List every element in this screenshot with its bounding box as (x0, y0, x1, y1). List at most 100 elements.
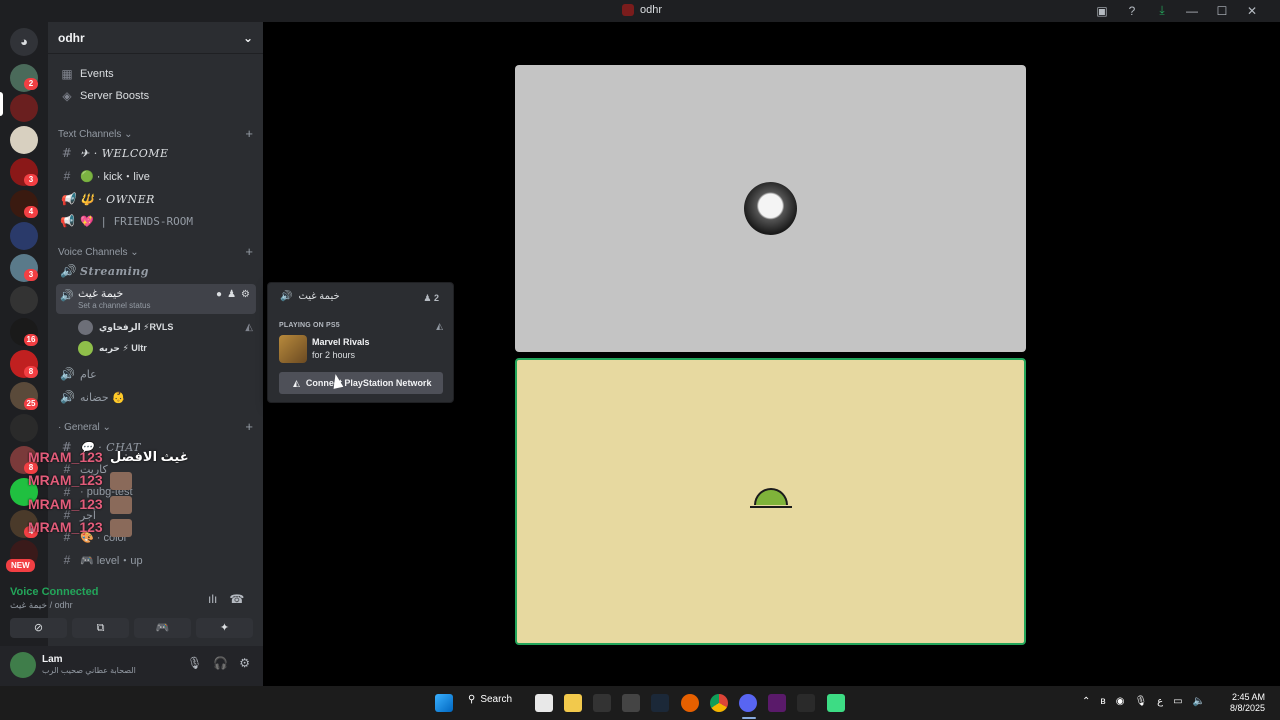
participant-count: ♟ 2 (423, 293, 439, 303)
clock-date: 8/8/2025 (1230, 703, 1266, 713)
game-name: Marvel Rivals (312, 337, 370, 347)
chat-icon[interactable]: ● (216, 289, 222, 300)
add-channel-icon[interactable]: + (245, 127, 253, 140)
voice-channel-active[interactable]: 🔊 خيمة غيث Set a channel status ● ♟ ⚙ (56, 284, 256, 314)
channel-label: 🟢 · kick・live (80, 171, 150, 183)
mention-badge: 3 (24, 269, 38, 281)
server-icon[interactable] (10, 126, 38, 154)
channel-friends-room[interactable]: 📢 💖 | FRIENDS-ROOM (56, 211, 256, 231)
close-icon[interactable]: ✕ (1244, 4, 1260, 18)
epic-games-icon[interactable] (797, 694, 815, 712)
bluetooth-icon[interactable]: ʙ (1100, 696, 1105, 707)
noise-suppression-icon[interactable]: ılı (208, 592, 217, 606)
server-icon (622, 4, 634, 16)
user-status: الصحابة عطاني صحيب الرب (42, 666, 136, 675)
chevron-up-icon[interactable]: ⌃ (1082, 696, 1090, 707)
active-app-indicator (742, 717, 756, 719)
soundboard-button[interactable]: ✦ (196, 618, 253, 638)
hash-icon: # (63, 553, 71, 567)
title-bar-controls: ▣ ? ⤓ — ☐ ✕ (1094, 3, 1260, 18)
gear-icon[interactable]: ⚙ (241, 289, 250, 300)
windows-start-icon[interactable] (435, 694, 453, 712)
network-icon[interactable]: ▭ (1173, 696, 1182, 707)
server-header[interactable]: odhr ⌄ (48, 22, 263, 54)
voice-user-name: الرفحاوي ⚡RVLS (99, 321, 174, 332)
general-category[interactable]: · General ⌄ + (58, 420, 253, 433)
microphone-icon[interactable]: 🎙 (187, 656, 202, 670)
headphones-icon[interactable]: 🎧 (213, 656, 228, 670)
overlay-avatar (110, 519, 132, 537)
maximize-icon[interactable]: ☐ (1214, 4, 1230, 18)
connect-psn-label: Connect PlayStation Network (305, 378, 432, 388)
server-icon[interactable] (10, 286, 38, 314)
discord-home-icon[interactable]: ◕ (10, 28, 38, 56)
channel-owner[interactable]: 📢 🔱 · OWNER (56, 189, 256, 209)
mention-badge: 4 (24, 206, 38, 218)
avatar (78, 340, 93, 356)
minimize-icon[interactable]: — (1184, 4, 1200, 18)
voice-channel-nursery[interactable]: 🔊 حضانه 👶 (56, 387, 256, 407)
steam-icon[interactable] (651, 694, 669, 712)
server-icon[interactable] (10, 222, 38, 250)
channel-label: 🔱 · OWNER (80, 192, 155, 206)
voice-connected-status[interactable]: Voice Connected (10, 586, 98, 598)
voice-channels-category[interactable]: Voice Channels ⌄ + (58, 245, 253, 258)
screen-share-icon[interactable]: ▣ (1094, 4, 1110, 18)
activities-button[interactable]: 🎮 (134, 618, 191, 638)
avatar[interactable] (10, 652, 36, 678)
add-channel-icon[interactable]: + (245, 420, 253, 433)
add-channel-icon[interactable]: + (245, 245, 253, 258)
playstation-icon: ◭ (436, 321, 443, 331)
help-icon[interactable]: ? (1124, 4, 1140, 18)
channel-level-up[interactable]: # 🎮 level・up (56, 550, 256, 570)
voice-location[interactable]: خيمة غيث / odhr (10, 600, 73, 611)
screen-share-icon: ⧉ (96, 622, 105, 634)
text-channels-category[interactable]: Text Channels ⌄ + (58, 127, 253, 140)
server-icon[interactable] (10, 414, 38, 442)
security-icon[interactable]: ◉ (1116, 696, 1125, 707)
epic-games-icon[interactable] (593, 694, 611, 712)
file-explorer-icon[interactable] (564, 694, 582, 712)
overlay-avatar (110, 472, 132, 490)
download-icon[interactable]: ⤓ (1154, 3, 1170, 18)
activity-section-label: PLAYING ON PS5 (279, 322, 340, 329)
voice-user[interactable]: الرفحاوي ⚡RVLS ◭ (78, 318, 253, 336)
channel-kick-live[interactable]: # 🟢 · kick・live (56, 166, 256, 186)
language-indicator[interactable]: ع (1157, 696, 1163, 707)
gear-icon[interactable]: ⚙ (239, 656, 250, 670)
channel-label: ✈ · WELCOME (80, 146, 169, 160)
discord-icon[interactable] (739, 694, 757, 712)
channel-status-label[interactable]: Set a channel status (78, 301, 151, 310)
server-icon[interactable] (10, 94, 38, 122)
screen-share-button[interactable]: ⧉ (72, 618, 129, 638)
firefox-icon[interactable] (681, 694, 699, 712)
voice-user[interactable]: حربه ⚡ Ultr (78, 339, 253, 357)
category-label: · General (58, 422, 100, 433)
overlay-name: MRAM_123 (28, 449, 103, 465)
server-boosts-item[interactable]: ◈ Server Boosts (56, 86, 256, 106)
app-icon[interactable] (622, 694, 640, 712)
invite-icon[interactable]: ♟ (227, 289, 236, 300)
taskbar-search[interactable]: ⚲ Search (468, 694, 512, 705)
voice-channel-streaming[interactable]: 🔊 Streaming (56, 261, 256, 281)
connect-psn-button[interactable]: ◭ Connect PlayStation Network (279, 372, 443, 394)
clock-time: 2:45 AM (1232, 692, 1266, 702)
clock[interactable]: 2:45 AM 8/8/2025 (1230, 692, 1265, 714)
camera-button[interactable]: ⊘ (10, 618, 67, 638)
volume-icon[interactable]: 🔈 (1193, 696, 1205, 707)
channel-welcome[interactable]: # ✈ · WELCOME (56, 143, 256, 163)
username[interactable]: Lam (42, 654, 63, 665)
avatar-dome-shape (754, 488, 788, 505)
playstation-icon: ◭ (293, 377, 300, 388)
chrome-icon[interactable] (710, 694, 728, 712)
announcement-icon: 📢 (60, 214, 75, 228)
store-icon[interactable] (535, 694, 553, 712)
next-app-icon[interactable] (768, 694, 786, 712)
microphone-icon[interactable]: 🎙 (1134, 696, 1147, 707)
calendar-icon: ▦ (61, 67, 73, 81)
events-item[interactable]: ▦ Events (56, 64, 256, 84)
disconnect-icon[interactable]: ☎ (229, 592, 244, 606)
title-bar: odhr ▣ ? ⤓ — ☐ ✕ (0, 0, 1280, 22)
voice-channel-general[interactable]: 🔊 عام (56, 364, 256, 384)
android-app-icon[interactable] (827, 694, 845, 712)
